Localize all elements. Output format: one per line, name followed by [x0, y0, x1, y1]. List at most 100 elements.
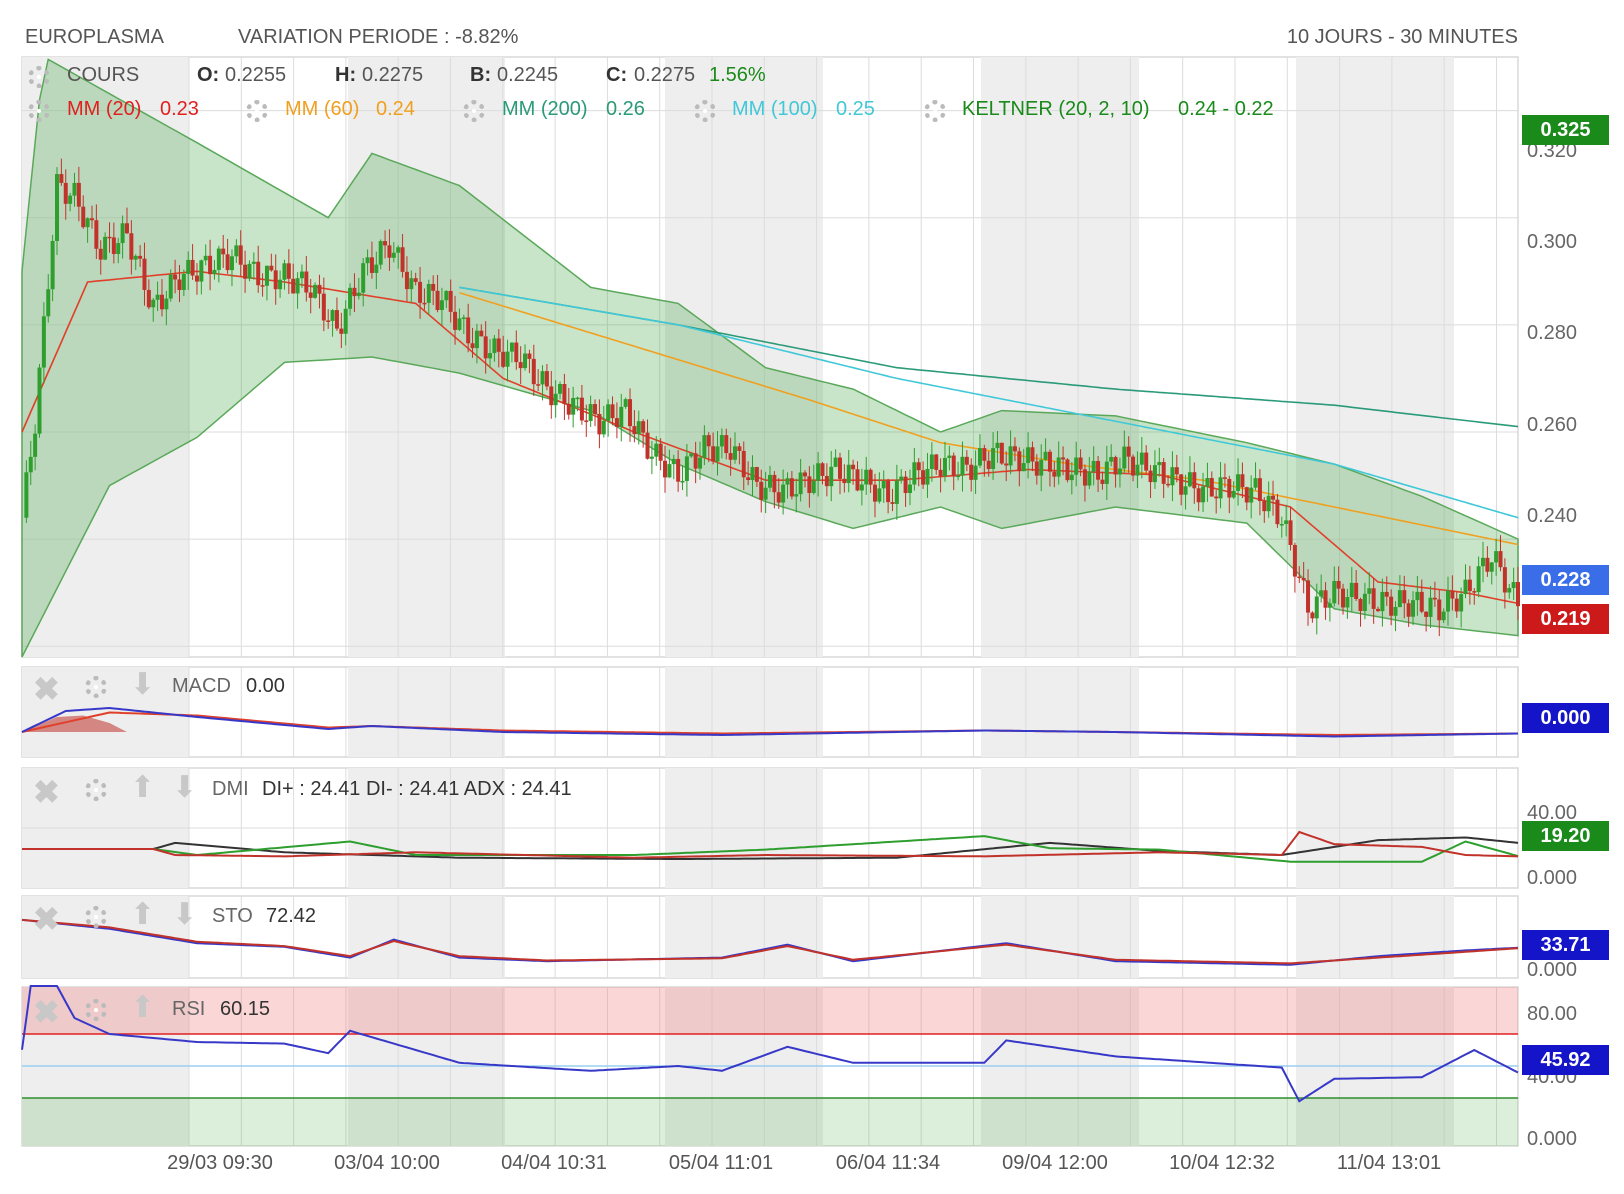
candle-body	[247, 263, 252, 279]
candle-body	[746, 477, 751, 480]
candle-body	[1266, 495, 1271, 512]
mm100-value: 0.25	[836, 98, 875, 120]
candle-body	[199, 260, 204, 282]
x-tick-label: 11/04 13:01	[1336, 1152, 1442, 1174]
dmi-tag: 19.20	[1522, 821, 1609, 851]
candle-body	[1511, 582, 1516, 589]
candle-body	[46, 289, 51, 317]
candle-body	[693, 453, 698, 469]
candle-body	[291, 278, 296, 294]
candle-body	[960, 456, 965, 476]
dmi-move-up-icon[interactable]: ⬆	[130, 773, 155, 803]
candle-body	[1397, 590, 1402, 608]
candle-body	[1144, 452, 1149, 471]
rsi-close-icon[interactable]: ✖	[33, 996, 60, 1028]
candle-body	[1376, 608, 1381, 612]
keltner-settings-icon[interactable]	[924, 100, 946, 122]
candle-body	[1126, 446, 1131, 457]
candle-body	[1087, 471, 1092, 486]
candle-body	[1310, 612, 1315, 619]
change-value: 1.56%	[709, 64, 766, 86]
candle-body	[903, 476, 908, 494]
candle-body	[313, 284, 318, 298]
candle-body	[343, 308, 348, 334]
candle-body	[969, 464, 974, 480]
candle-body	[501, 351, 506, 367]
sto-close-icon[interactable]: ✖	[33, 903, 60, 935]
candle-body	[1279, 523, 1284, 526]
candle-body	[641, 421, 646, 433]
sto-settings-icon[interactable]	[85, 906, 107, 928]
rsi-tick-label: 80.00	[1527, 1003, 1578, 1025]
candle-body	[1030, 447, 1035, 462]
macd-move-down-icon[interactable]: ⬇	[130, 670, 155, 700]
candle-body	[111, 237, 116, 255]
candle-body	[676, 458, 681, 482]
cours-settings-icon[interactable]	[28, 66, 50, 88]
candle-body	[483, 336, 488, 359]
candle-body	[733, 446, 738, 460]
candle-body	[286, 263, 291, 279]
candle-body	[1262, 501, 1267, 512]
candle-body	[1179, 474, 1184, 495]
candle-body	[851, 464, 856, 470]
candle-body	[356, 292, 361, 297]
candle-body	[1415, 591, 1420, 601]
day-stripe	[981, 896, 1139, 978]
candle-body	[623, 399, 628, 407]
mm100-settings-icon[interactable]	[694, 100, 716, 122]
candle-body	[1314, 596, 1319, 619]
x-tick-label: 09/04 12:00	[1002, 1152, 1108, 1174]
rsi-move-up-icon[interactable]: ⬆	[130, 993, 155, 1023]
mm200-settings-icon[interactable]	[463, 100, 485, 122]
candle-body	[768, 474, 772, 488]
candle-body	[33, 433, 38, 457]
candle-body	[374, 264, 379, 273]
candle-body	[251, 261, 256, 264]
rsi-oversold-zone	[22, 1098, 1518, 1146]
candle-body	[1240, 474, 1245, 488]
candle-body	[1402, 590, 1407, 604]
candle-body	[238, 245, 243, 265]
candle-body	[575, 397, 580, 400]
candle-body	[295, 278, 300, 294]
candle-body	[667, 464, 672, 478]
candle-body	[387, 245, 392, 258]
candle-body	[190, 259, 195, 276]
candle-body	[588, 404, 593, 421]
candle-body	[41, 316, 46, 368]
candle-body	[173, 274, 178, 280]
candle-body	[203, 255, 208, 261]
mm20-settings-icon[interactable]	[28, 100, 50, 122]
rsi-settings-icon[interactable]	[85, 999, 107, 1021]
y-tick-label: 0.240	[1527, 505, 1578, 527]
candle-body	[837, 457, 842, 479]
sto-tag: 33.71	[1522, 930, 1609, 960]
dmi-close-icon[interactable]: ✖	[33, 776, 60, 808]
candle-body	[1306, 580, 1311, 613]
candle-body	[317, 284, 322, 294]
candle-body	[925, 468, 930, 485]
candle-body	[811, 480, 816, 493]
candle-body	[151, 299, 156, 308]
mm60-settings-icon[interactable]	[246, 100, 268, 122]
candle-body	[1201, 486, 1206, 503]
dmi-move-down-icon[interactable]: ⬇	[172, 773, 197, 803]
candle-body	[1327, 603, 1332, 608]
candle-body	[1411, 600, 1416, 617]
candle-body	[1096, 460, 1101, 480]
sto-move-up-icon[interactable]: ⬆	[130, 900, 155, 930]
candle-body	[378, 241, 383, 265]
candle-body	[789, 478, 794, 497]
candle-body	[1052, 471, 1057, 477]
macd-close-icon[interactable]: ✖	[33, 673, 60, 705]
macd-settings-icon[interactable]	[85, 676, 107, 698]
candle-body	[474, 330, 479, 349]
dmi-settings-icon[interactable]	[85, 779, 107, 801]
candle-body	[649, 456, 654, 459]
candle-body	[321, 293, 326, 321]
candle-body	[361, 263, 366, 293]
candle-body	[264, 265, 269, 286]
candle-body	[907, 484, 912, 494]
sto-move-down-icon[interactable]: ⬇	[172, 900, 197, 930]
